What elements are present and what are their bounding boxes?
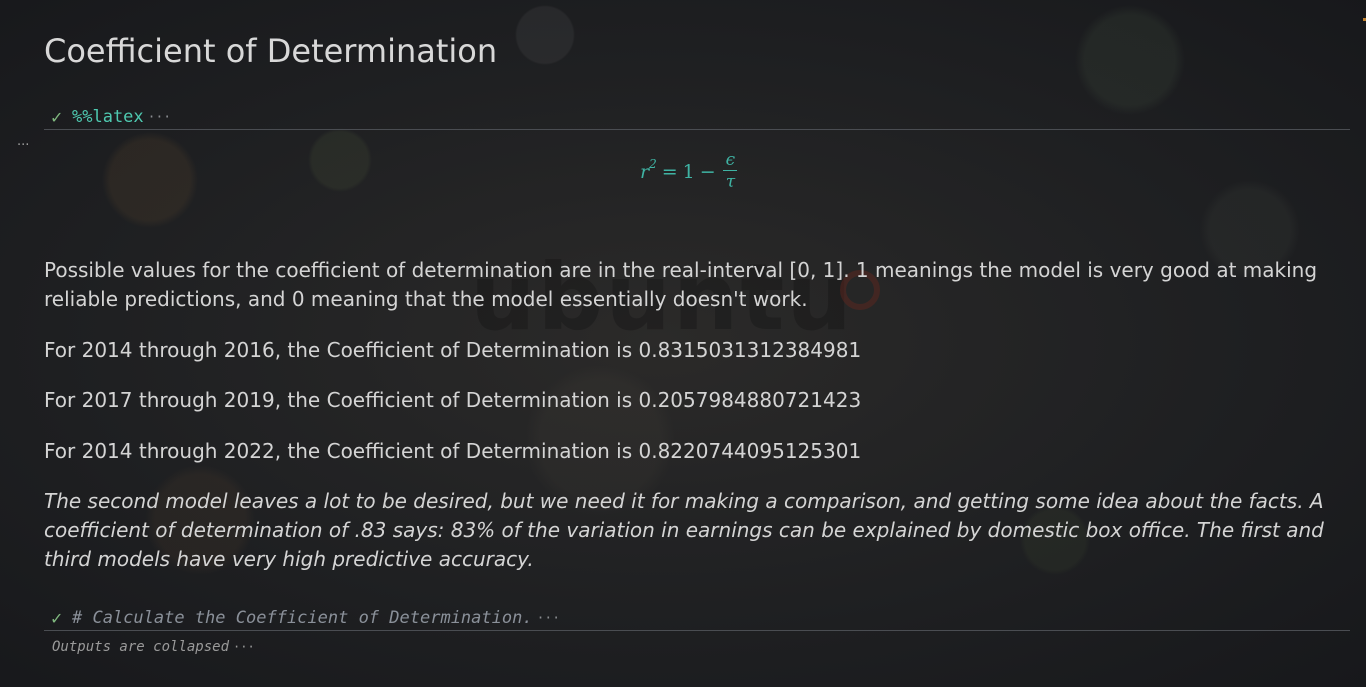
cell-menu-icon[interactable]: ··· — [17, 138, 29, 153]
latex-cell-header[interactable]: ✓ %%latex ··· — [44, 105, 1350, 130]
code-cell-header[interactable]: ✓ # Calculate the Coefficient of Determi… — [44, 606, 1350, 631]
formula-lhs: r — [640, 160, 650, 183]
expand-more-icon[interactable]: ··· — [148, 110, 171, 125]
intro-paragraph: Possible values for the coefficient of d… — [44, 258, 1318, 311]
check-icon: ✓ — [50, 608, 64, 628]
latex-cell-code[interactable]: %%latex — [72, 107, 144, 127]
formula-one: 1 — [682, 160, 695, 183]
formula-denominator: τ — [725, 172, 736, 192]
result-paragraph: For 2014 through 2022, the Coefficient o… — [44, 439, 862, 463]
formula-exponent: 2 — [649, 156, 657, 171]
outputs-collapsed-label: Outputs are collapsed — [52, 639, 230, 655]
result-paragraph: For 2014 through 2016, the Coefficient o… — [44, 338, 862, 362]
formula-minus: − — [699, 160, 716, 183]
check-icon: ✓ — [50, 107, 64, 127]
formula-numerator: ϵ — [725, 150, 736, 170]
latex-formula-output: r2 = 1 − ϵ τ — [640, 150, 738, 193]
formula-equals: = — [661, 160, 678, 183]
expand-more-icon[interactable]: ··· — [537, 611, 560, 626]
outputs-collapsed-note[interactable]: Outputs are collapsed ··· — [52, 639, 255, 655]
result-paragraph: For 2017 through 2019, the Coefficient o… — [44, 388, 862, 412]
commentary-paragraph: The second model leaves a lot to be desi… — [44, 489, 1324, 571]
page-title: Coefficient of Determination — [44, 32, 498, 70]
formula-fraction: ϵ τ — [723, 150, 739, 193]
expand-outputs-icon[interactable]: ··· — [233, 640, 255, 654]
code-cell-comment[interactable]: # Calculate the Coefficient of Determina… — [72, 608, 533, 628]
